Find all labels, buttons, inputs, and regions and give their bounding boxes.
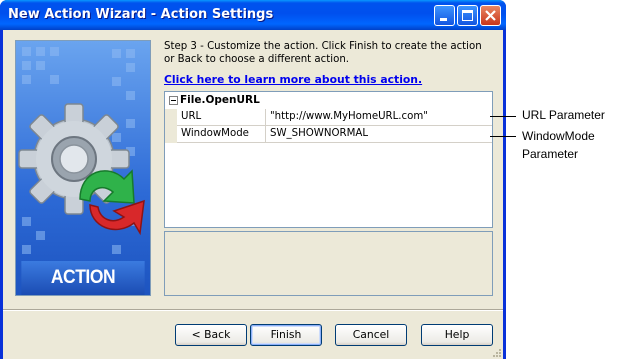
action-properties-grid: File.OpenURL URL "http://www.MyHomeURL.c… [164,91,493,228]
resize-grip-icon[interactable] [491,347,501,357]
cancel-button[interactable]: Cancel [335,324,407,346]
action-wizard-banner: ACTION WIZARD [15,40,151,296]
finish-button[interactable]: Finish [250,324,322,346]
category-label: File.OpenURL [180,94,260,106]
gear-arrow-illustration [18,47,145,254]
button-separator [3,309,503,311]
property-name-windowmode: WindowMode [181,128,249,139]
url-callout-line [490,116,516,117]
minimize-icon [440,18,447,21]
back-button[interactable]: < Back [175,324,247,346]
property-row-windowmode[interactable]: WindowMode SW_SHOWNORMAL [165,126,492,143]
banner-caption: ACTION WIZARD [21,261,145,295]
property-row-url[interactable]: URL "http://www.MyHomeURL.com" [165,109,492,126]
window-title: New Action Wizard - Action Settings [8,7,274,22]
row-gutter [165,126,177,143]
url-parameter-callout: URL Parameter [522,108,605,122]
windowmode-parameter-callout-line1: WindowMode [522,129,595,143]
close-button[interactable] [480,5,501,26]
collapse-toggle-icon[interactable] [169,96,178,105]
wizard-window: New Action Wizard - Action Settings ACTI… [0,0,506,359]
arrow-icon [79,169,145,236]
property-value-url[interactable]: "http://www.MyHomeURL.com" [270,111,428,122]
minimize-button[interactable] [434,5,455,26]
windowmode-callout-line [490,136,516,137]
title-bar[interactable]: New Action Wizard - Action Settings [0,0,506,30]
property-description-pane [164,231,493,296]
column-divider[interactable] [265,109,266,125]
category-header[interactable]: File.OpenURL [165,94,492,108]
step-instructions: Step 3 - Customize the action. Click Fin… [164,41,482,65]
maximize-button[interactable] [457,5,478,26]
windowmode-parameter-callout-line2: Parameter [522,147,579,161]
property-value-windowmode[interactable]: SW_SHOWNORMAL [270,128,368,139]
help-button[interactable]: Help [421,324,493,346]
learn-more-link[interactable]: Click here to learn more about this acti… [164,73,422,86]
column-divider[interactable] [265,126,266,142]
dialog-client-area: ACTION WIZARD Step 3 - Customize the act… [3,30,503,359]
maximize-icon [462,10,473,21]
close-icon [485,10,496,21]
property-name-url: URL [181,111,202,122]
row-gutter [165,109,177,126]
